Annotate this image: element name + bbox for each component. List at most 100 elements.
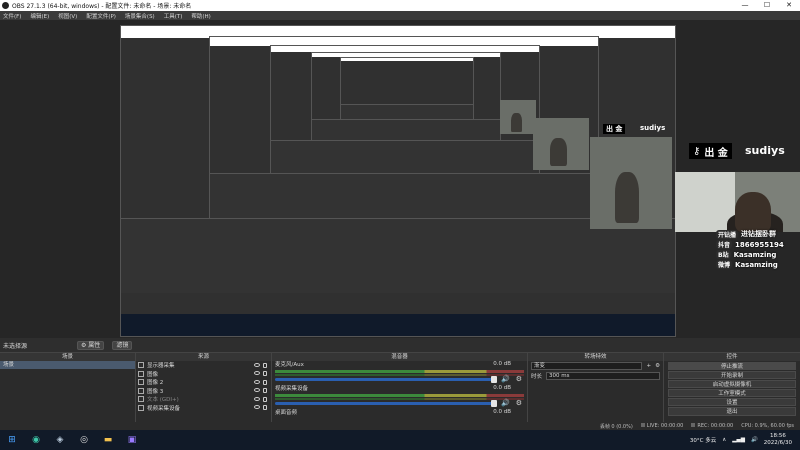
windows-taskbar: ⊞ ◉ ◈ ◎ ▬ ▣ 30°C 多云 ∧ ▂▄▆ 🔊 18:56 2022/6… [0, 430, 800, 450]
docks-area: 场景 场景 + − ∧ ∨ 来源 显示器采集 图像 图像 2 图像 3 文本 (… [0, 352, 800, 431]
menu-edit[interactable]: 编辑(E) [30, 12, 49, 20]
obs-taskbar-icon[interactable]: ◎ [77, 433, 91, 447]
eye-icon[interactable] [254, 379, 260, 384]
steam-icon[interactable]: ◈ [53, 433, 67, 447]
windows-start-icon[interactable]: ⊞ [5, 433, 19, 447]
stop-streaming-button[interactable]: 停止推流 [668, 361, 796, 371]
text-icon [138, 396, 144, 403]
studio-mode-button[interactable]: 工作室模式 [668, 388, 796, 398]
source-item[interactable]: 文本 (GDI+) [136, 395, 271, 404]
eye-icon[interactable] [254, 396, 260, 401]
source-item[interactable]: 图像 2 [136, 378, 271, 387]
channel-db: 0.0 dB [493, 385, 511, 391]
maximize-button[interactable]: ☐ [756, 0, 778, 11]
volume-slider[interactable] [275, 376, 497, 383]
transition-row: 渐变 + ⚙ [528, 361, 663, 371]
lock-icon[interactable] [263, 371, 267, 377]
overlay-title-large: ⚷ 出 金 [689, 143, 732, 159]
controls-dock: 控件 停止推流 开始录制 启动虚拟摄像机 工作室模式 设置 退出 [664, 353, 800, 431]
lock-icon[interactable] [263, 362, 267, 368]
duration-input[interactable]: 300 ms [546, 372, 660, 380]
transition-select[interactable]: 渐变 [531, 362, 643, 370]
filters-button[interactable]: 滤镜 [112, 340, 133, 350]
gear-icon[interactable]: ⚙ [516, 375, 522, 383]
menu-bar: 文件(F) 编辑(E) 视图(V) 配置文件(P) 场景集合(S) 工具(T) … [0, 11, 800, 20]
display-icon [138, 362, 144, 369]
speaker-icon[interactable]: 🔊 [501, 375, 510, 383]
minimize-button[interactable]: — [734, 0, 756, 11]
add-transition-icon[interactable]: + [646, 363, 651, 369]
menu-file[interactable]: 文件(F) [3, 12, 21, 20]
eye-icon[interactable] [254, 405, 260, 410]
cpu-usage: CPU: 0.9%, 60.00 fps [741, 423, 794, 429]
close-button[interactable]: ✕ [778, 0, 800, 11]
volume-icon[interactable]: 🔊 [751, 437, 758, 443]
rec-timer: REC: 00:00:00 [691, 423, 733, 429]
webcam-echo-2 [533, 118, 589, 170]
menu-view[interactable]: 视图(V) [58, 12, 77, 20]
folder-icon[interactable]: ▬ [101, 433, 115, 447]
weather-widget[interactable]: 30°C 多云 [690, 436, 716, 444]
channel-name: 视频采集设备 [275, 386, 309, 392]
edge-browser-icon[interactable]: ◉ [29, 433, 43, 447]
gear-icon[interactable]: ⚙ [516, 399, 522, 407]
gear-icon[interactable]: ⚙ [655, 363, 660, 369]
settings-button[interactable]: 设置 [668, 397, 796, 407]
key-icon: ⚷ [693, 145, 701, 157]
image-icon [138, 379, 144, 386]
slider-handle[interactable] [491, 376, 497, 383]
sources-title: 来源 [136, 353, 271, 361]
eye-icon[interactable] [254, 388, 260, 393]
overlay-name-small: sudiys [640, 124, 666, 132]
lock-icon[interactable] [263, 379, 267, 385]
webcam-echo-3 [590, 137, 672, 229]
menu-help[interactable]: 帮助(H) [191, 12, 210, 20]
mixer-channel: 麦克风/Aux 0.0 dB 🔊 ⚙ [272, 361, 527, 385]
lock-icon[interactable] [263, 405, 267, 411]
lock-icon[interactable] [263, 396, 267, 402]
scene-item[interactable]: 场景 [0, 361, 135, 369]
info-line: 抖音 1866955194 [716, 240, 784, 249]
channel-db: 0.0 dB [493, 361, 511, 367]
menu-profile[interactable]: 配置文件(P) [86, 12, 116, 20]
webcam-echo-1 [500, 100, 536, 134]
menu-tools[interactable]: 工具(T) [164, 12, 183, 20]
source-item[interactable]: 图像 [136, 370, 271, 379]
source-item[interactable]: 视频采集设备 [136, 404, 271, 413]
overlay-name-large: sudiys [745, 144, 785, 157]
duration-row: 时长 300 ms [528, 371, 663, 381]
status-bar: 丢帧 0 (0.0%) LIVE: 00:00:00 REC: 00:00:00… [0, 422, 800, 430]
source-item[interactable]: 图像 3 [136, 387, 271, 396]
menu-scene-collection[interactable]: 场景集合(S) [125, 12, 155, 20]
eye-icon[interactable] [254, 362, 260, 367]
volume-slider[interactable] [275, 400, 497, 407]
eye-icon[interactable] [254, 371, 260, 376]
image-icon [138, 387, 144, 394]
info-line: 微博 Kasamzing [716, 260, 778, 269]
rec-indicator-icon [691, 423, 696, 427]
properties-button[interactable]: ⚙ 属性 [77, 340, 105, 350]
no-source-label: 未选择源 [3, 342, 28, 350]
image-icon [138, 370, 144, 377]
lock-icon[interactable] [263, 388, 267, 394]
speaker-icon[interactable]: 🔊 [501, 399, 510, 407]
transitions-title: 转场特效 [528, 353, 663, 361]
dropped-frames: 丢帧 0 (0.0%) [599, 423, 633, 430]
sources-dock: 来源 显示器采集 图像 图像 2 图像 3 文本 (GDI+) 视频采集设备 +… [136, 353, 272, 431]
start-recording-button[interactable]: 开始录制 [668, 370, 796, 380]
system-tray: 30°C 多云 ∧ ▂▄▆ 🔊 18:56 2022/6/30 [690, 433, 800, 447]
exit-button[interactable]: 退出 [668, 406, 796, 416]
network-icon[interactable]: ▂▄▆ [732, 437, 745, 443]
system-clock[interactable]: 18:56 2022/6/30 [764, 433, 792, 447]
virtual-camera-button[interactable]: 启动虚拟摄像机 [668, 379, 796, 389]
overlay-info-list: 开钻播 进钻摆卧群 抖音 1866955194 B站 Kasamzing 微博 Kasa… [716, 229, 784, 269]
level-meter [275, 370, 524, 373]
window-title: OBS 27.1.3 (64-bit, windows) - 配置文件: 未命名… [12, 3, 192, 10]
app-taskbar-icon[interactable]: ▣ [125, 433, 139, 447]
slider-handle[interactable] [491, 400, 497, 407]
overlay-title-small: 出 金 [603, 124, 626, 134]
source-item[interactable]: 显示器采集 [136, 361, 271, 370]
mixer-channel: 桌面音频 0.0 dB [272, 409, 527, 423]
transitions-dock: 转场特效 渐变 + ⚙ 时长 300 ms [528, 353, 664, 431]
chevron-up-icon[interactable]: ∧ [722, 437, 726, 443]
